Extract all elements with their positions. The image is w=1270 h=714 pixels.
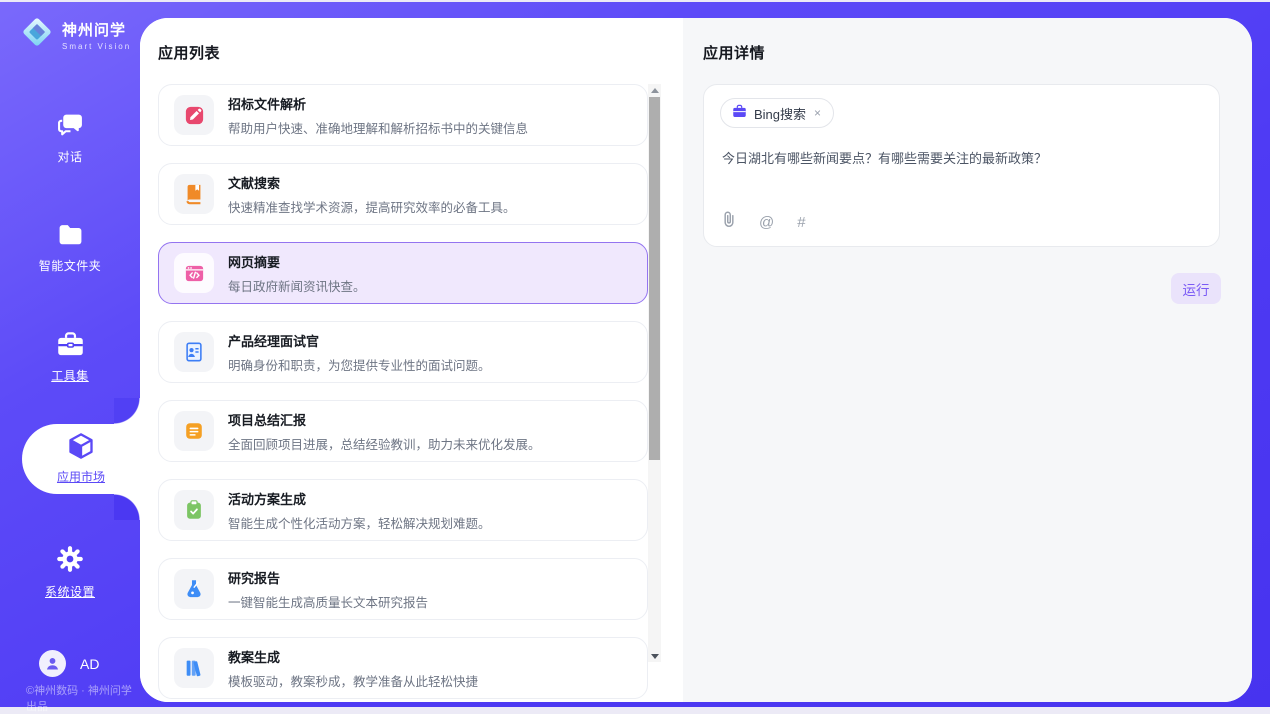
attachment-toolbar: @ # [722, 211, 806, 233]
scrollbar-down-button[interactable] [648, 650, 661, 662]
user-name: AD [80, 656, 99, 672]
toolbox-icon [56, 331, 85, 360]
app-card[interactable]: 研究报告 一键智能生成高质量长文本研究报告 [158, 558, 648, 620]
app-card-description: 帮助用户快速、准确地理解和解析招标书中的关键信息 [228, 118, 528, 137]
clipboard-check-icon [174, 490, 214, 530]
app-card-description: 模板驱动，教案秒成，教学准备从此轻松快捷 [228, 671, 478, 690]
sidebar-item-label: 应用市场 [57, 468, 105, 485]
brand-name: 神州问学 [62, 19, 131, 40]
app-card-name: 产品经理面试官 [228, 331, 491, 350]
app-card[interactable]: 招标文件解析 帮助用户快速、准确地理解和解析招标书中的关键信息 [158, 84, 648, 146]
sidebar-item-label: 系统设置 [45, 583, 95, 600]
sidebar-item-label: 智能文件夹 [39, 257, 102, 274]
mention-icon[interactable]: @ [759, 215, 774, 230]
copyright-text: ©神州数码 · 神州问学出品 [26, 682, 140, 714]
app-card-name: 研究报告 [228, 568, 428, 587]
paperclip-icon[interactable] [722, 211, 736, 233]
chat-icon [57, 112, 84, 141]
run-button[interactable]: 运行 [1171, 273, 1221, 304]
brand-logo: 神州问学 Smart Vision [18, 13, 131, 56]
tool-chip-label: Bing搜索 [754, 104, 806, 123]
sidebar-item-label: 对话 [57, 148, 82, 165]
app-card-name: 招标文件解析 [228, 94, 528, 113]
app-card-description: 快速精准查找学术资源，提高研究效率的必备工具。 [228, 197, 516, 216]
tool-chip-bing-search[interactable]: Bing搜索 × [720, 98, 834, 128]
sidebar-item-settings[interactable]: 系统设置 [0, 545, 140, 600]
interviewer-icon [174, 332, 214, 372]
app-card[interactable]: 项目总结汇报 全面回顾项目进展，总结经验教训，助力未来优化发展。 [158, 400, 648, 462]
app-card-description: 智能生成个性化活动方案，轻松解决规划难题。 [228, 513, 491, 532]
gear-icon [56, 545, 84, 576]
sidebar-item-toolset[interactable]: 工具集 [0, 331, 140, 384]
sidebar-item-app-market[interactable]: 应用市场 [22, 424, 140, 494]
prompt-text[interactable]: 今日湖北有哪些新闻要点？有哪些需要关注的最新政策？ [722, 148, 1192, 167]
brand-tagline: Smart Vision [62, 42, 131, 51]
app-card[interactable]: 活动方案生成 智能生成个性化活动方案，轻松解决规划难题。 [158, 479, 648, 541]
app-card-description: 明确身份和职责，为您提供专业性的面试问题。 [228, 355, 491, 374]
app-detail-title: 应用详情 [703, 42, 765, 63]
app-card-description: 一键智能生成高质量长文本研究报告 [228, 592, 428, 611]
app-background: 神州问学 Smart Vision 对话 智能文件夹 [0, 2, 1270, 707]
app-card[interactable]: 文献搜索 快速精准查找学术资源，提高研究效率的必备工具。 [158, 163, 648, 225]
scrollbar-up-button[interactable] [648, 84, 661, 96]
app-card-name: 文献搜索 [228, 173, 516, 192]
edit-icon [174, 95, 214, 135]
app-card-list: 招标文件解析 帮助用户快速、准确地理解和解析招标书中的关键信息 文献搜索 快速精… [158, 84, 648, 702]
prompt-input-card[interactable]: Bing搜索 × 今日湖北有哪些新闻要点？有哪些需要关注的最新政策？ @ # [703, 84, 1220, 247]
scrollbar-thumb[interactable] [649, 97, 660, 460]
app-list-panel: 应用列表 招标文件解析 帮助用户快速、准确地理解和解析招标书中的关键信息 文献搜… [140, 18, 683, 702]
app-card-description: 全面回顾项目进展，总结经验教训，助力未来优化发展。 [228, 434, 541, 453]
chip-close-icon[interactable]: × [813, 106, 822, 120]
app-card-name: 网页摘要 [228, 252, 366, 271]
app-detail-panel: 应用详情 Bing搜索 × 今日湖北有哪些新闻要点？有哪些需要关注的最新政策？ [683, 18, 1252, 702]
app-card[interactable]: 教案生成 模板驱动，教案秒成，教学准备从此轻松快捷 [158, 637, 648, 699]
app-card-description: 每日政府新闻资讯快查。 [228, 276, 366, 295]
app-card-name: 教案生成 [228, 647, 478, 666]
avatar [39, 650, 66, 677]
sidebar-item-chat[interactable]: 对话 [0, 112, 140, 165]
research-icon [174, 569, 214, 609]
sidebar: 神州问学 Smart Vision 对话 智能文件夹 [0, 2, 140, 707]
briefcase-icon [732, 104, 747, 123]
app-card-name: 项目总结汇报 [228, 410, 541, 429]
sidebar-item-smart-folder[interactable]: 智能文件夹 [0, 223, 140, 274]
browser-code-icon [174, 253, 214, 293]
book-icon [174, 174, 214, 214]
sidebar-item-label: 工具集 [51, 367, 89, 384]
app-card[interactable]: 网页摘要 每日政府新闻资讯快查。 [158, 242, 648, 304]
user-account[interactable]: AD [39, 650, 99, 677]
app-list-title: 应用列表 [158, 42, 220, 63]
note-icon [174, 411, 214, 451]
folder-icon [57, 223, 84, 250]
app-card[interactable]: 产品经理面试官 明确身份和职责，为您提供专业性的面试问题。 [158, 321, 648, 383]
hashtag-icon[interactable]: # [797, 215, 805, 230]
diamond-logo-icon [18, 13, 56, 56]
main-content: 应用列表 招标文件解析 帮助用户快速、准确地理解和解析招标书中的关键信息 文献搜… [140, 18, 1252, 702]
app-card-name: 活动方案生成 [228, 489, 491, 508]
cube-icon [67, 432, 95, 463]
list-scrollbar[interactable] [648, 84, 661, 662]
books-icon [174, 648, 214, 688]
